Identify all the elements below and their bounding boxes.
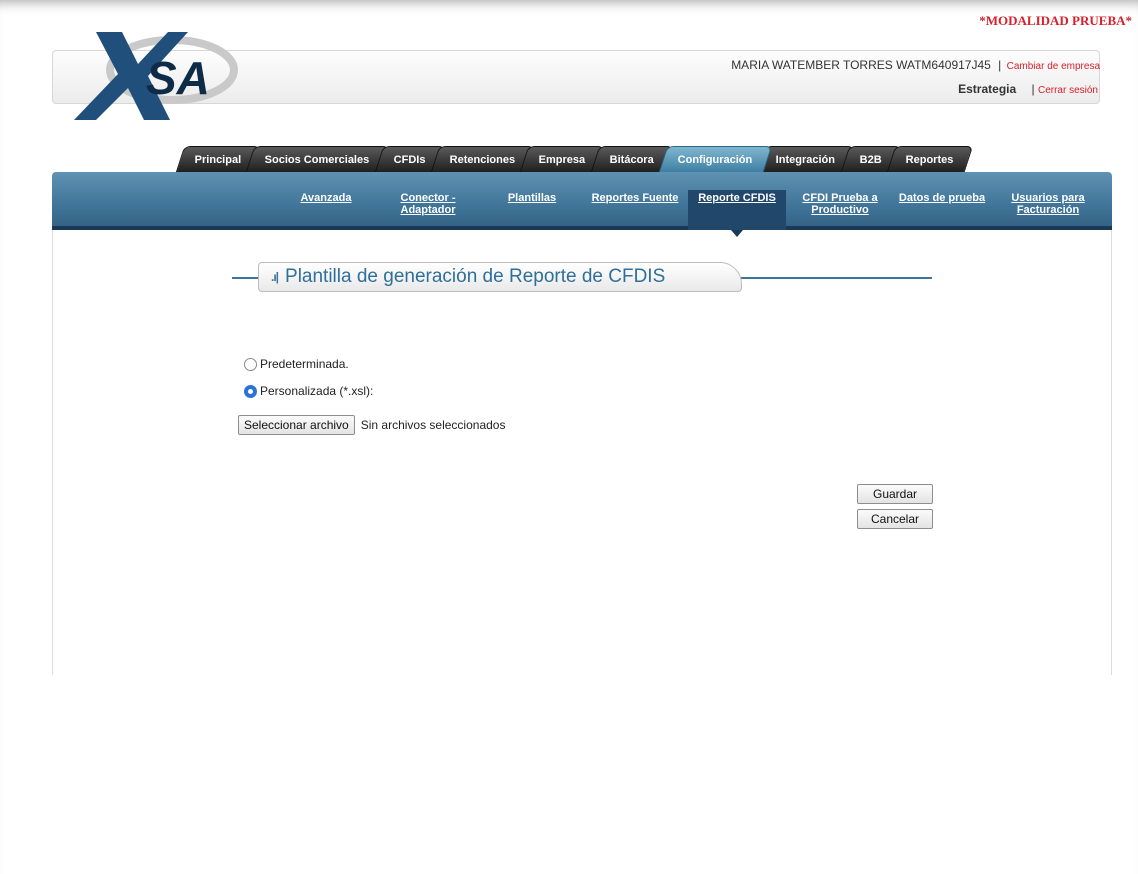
tab-reportes[interactable]: Reportes — [886, 146, 973, 172]
subnav-label: Usuarios para — [1011, 192, 1085, 204]
tab-label: Reportes — [905, 153, 954, 166]
tab-label: Empresa — [539, 153, 586, 166]
radio-default[interactable] — [244, 357, 257, 371]
file-picker: Seleccionar archivo Sin archivos selecci… — [238, 415, 505, 435]
subnav-plantillas[interactable]: Plantillas — [502, 190, 562, 230]
select-file-button[interactable]: Seleccionar archivo — [238, 415, 355, 435]
subnav-label: Datos de prueba — [898, 192, 986, 204]
subnav-datos-de-prueba[interactable]: Datos de prueba — [892, 190, 992, 230]
tab-label: Bitácora — [609, 153, 654, 166]
main-tabs: Principal Socios Comerciales CFDIs Reten… — [175, 146, 973, 172]
cancel-button[interactable]: Cancelar — [857, 509, 933, 529]
subnav-label: Productivo — [811, 204, 869, 216]
bars-icon: .ı| — [271, 270, 279, 284]
content-border — [52, 230, 53, 675]
subnav-label: Facturación — [1016, 204, 1080, 216]
option-custom-label: Personalizada (*.xsl): — [260, 384, 374, 398]
subnav-usuarios-facturacion[interactable]: Usuarios para Facturación — [1000, 190, 1096, 230]
tab-label: Principal — [194, 153, 242, 166]
tab-integracion[interactable]: Integración — [757, 146, 855, 172]
tab-label: Integración — [776, 153, 836, 166]
tab-socios-comerciales[interactable]: Socios Comerciales — [246, 146, 390, 172]
tab-retenciones[interactable]: Retenciones — [430, 146, 535, 172]
subnav-label: Reporte CFDIS — [698, 192, 776, 204]
page — [0, 0, 1138, 874]
company-line: Estrategia | Cerrar sesión — [958, 82, 1098, 96]
subnav-label: Avanzada — [300, 192, 352, 204]
subnav-conector-adaptador[interactable]: Conector - Adaptador — [392, 190, 464, 230]
tab-configuracion[interactable]: Configuración — [658, 146, 772, 172]
logout-link[interactable]: Cerrar sesión — [1038, 85, 1098, 96]
tab-label: Configuración — [677, 153, 753, 166]
active-subnav-pointer-icon — [731, 230, 743, 237]
subnav-label: CFDI Prueba a — [802, 192, 878, 204]
page-title: Plantilla de generación de Reporte de CF… — [285, 266, 666, 287]
subnav-reportes-fuente[interactable]: Reportes Fuente — [584, 190, 686, 230]
subnav-label: Adaptador — [400, 204, 456, 216]
section-title-box: .ı| Plantilla de generación de Reporte d… — [258, 262, 742, 292]
logo-text: SA — [146, 52, 210, 104]
file-status: Sin archivos seleccionados — [360, 418, 506, 432]
radio-custom[interactable] — [244, 384, 257, 398]
content-border — [1111, 230, 1112, 675]
subnav-label: Reportes Fuente — [591, 192, 679, 204]
option-default-label: Predeterminada. — [260, 357, 349, 371]
tab-label: CFDIs — [393, 153, 426, 166]
option-custom-row[interactable]: Personalizada (*.xsl): — [244, 384, 373, 398]
xsa-logo: SA — [74, 32, 238, 120]
separator: | — [1031, 82, 1035, 96]
change-company-link[interactable]: Cambiar de empresa — [1007, 61, 1100, 72]
tab-label: Socios Comerciales — [265, 153, 370, 166]
subnav-reporte-cfdis[interactable]: Reporte CFDIS — [688, 190, 786, 230]
separator: | — [998, 58, 1002, 72]
user-name: MARIA WATEMBER TORRES WATM640917J45 — [731, 58, 991, 72]
user-line: MARIA WATEMBER TORRES WATM640917J45 | Ca… — [731, 58, 1100, 72]
company-name: Estrategia — [958, 82, 1017, 96]
option-default-row[interactable]: Predeterminada. — [244, 357, 349, 371]
tab-label: Retenciones — [449, 153, 516, 166]
mode-banner: *MODALIDAD PRUEBA* — [979, 13, 1132, 28]
save-button[interactable]: Guardar — [857, 484, 933, 504]
subnav-avanzada[interactable]: Avanzada — [296, 190, 356, 230]
subnav-cfdi-prueba-productivo[interactable]: CFDI Prueba a Productivo — [794, 190, 886, 230]
subnav-label: Plantillas — [507, 192, 557, 204]
subnav-label: Conector - — [400, 192, 456, 204]
tab-label: B2B — [859, 153, 882, 166]
